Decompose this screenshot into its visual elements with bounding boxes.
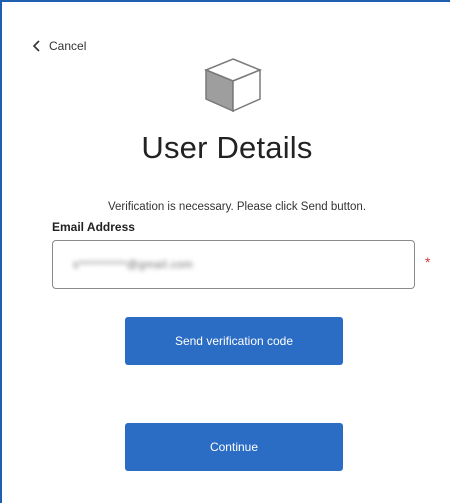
chevron-left-icon	[32, 40, 40, 52]
cube-icon	[204, 58, 262, 113]
email-value: s**********@gmail.com	[73, 258, 194, 271]
send-verification-code-button[interactable]: Send verification code	[125, 317, 343, 365]
required-indicator: *	[425, 254, 431, 270]
email-field[interactable]: s**********@gmail.com	[52, 240, 415, 289]
email-label: Email Address	[52, 220, 135, 234]
page-frame: Cancel User Details Verification is nece…	[0, 0, 450, 503]
continue-button[interactable]: Continue	[125, 423, 343, 471]
cancel-label: Cancel	[49, 39, 87, 53]
page-title: User Details	[141, 130, 313, 165]
cancel-link[interactable]: Cancel	[31, 39, 86, 53]
intro-text: Verification is necessary. Please click …	[107, 201, 367, 213]
